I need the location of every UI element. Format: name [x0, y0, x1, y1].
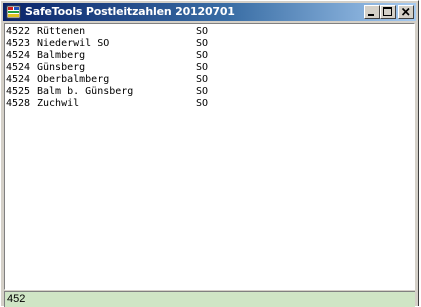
list-item[interactable]: 4523 Niederwil SO SO — [6, 38, 406, 50]
place-name: Balmberg — [37, 50, 86, 61]
place-name: Balm b. Günsberg — [37, 86, 134, 97]
list-item[interactable]: 4524 Balmberg SO — [6, 50, 406, 62]
canton-code: SO — [196, 86, 209, 97]
place-name: Rüttenen — [37, 26, 86, 37]
postal-code: 4524 — [6, 62, 31, 73]
canton-code: SO — [196, 38, 209, 49]
list-item[interactable]: 4524 Oberbalmberg SO — [6, 74, 406, 86]
place-name: Zuchwil — [37, 98, 80, 109]
canton-code: SO — [196, 62, 209, 73]
list-item[interactable]: 4525 Balm b. Günsberg SO — [6, 86, 406, 98]
canton-code: SO — [196, 74, 209, 85]
minimize-icon — [368, 14, 374, 16]
canton-code: SO — [196, 50, 209, 61]
postal-code: 4524 — [6, 50, 31, 61]
list-item[interactable]: 4522 Rüttenen SO — [6, 26, 406, 38]
app-window: SafeTools Postleitzahlen 20120701 4522 R… — [0, 0, 419, 307]
title-bar[interactable]: SafeTools Postleitzahlen 20120701 — [3, 3, 416, 21]
results-list[interactable]: 4522 Rüttenen SO 4523 Niederwil SO SO 45… — [4, 23, 415, 290]
postal-code: 4528 — [6, 98, 31, 109]
canton-code: SO — [196, 98, 209, 109]
postal-code: 4522 — [6, 26, 31, 37]
postal-code: 4524 — [6, 74, 31, 85]
maximize-button[interactable] — [380, 5, 396, 19]
canton-code: SO — [196, 26, 209, 37]
results-rows: 4522 Rüttenen SO 4523 Niederwil SO SO 45… — [6, 26, 406, 110]
close-icon — [401, 7, 410, 16]
search-input[interactable]: 452 — [4, 291, 415, 307]
place-name: Oberbalmberg — [37, 74, 110, 85]
safetools-app-icon[interactable] — [6, 4, 22, 20]
place-name: Niederwil SO — [37, 38, 110, 49]
list-item[interactable]: 4524 Günsberg SO — [6, 62, 406, 74]
minimize-button[interactable] — [364, 5, 380, 19]
postal-code: 4525 — [6, 86, 31, 97]
place-name: Günsberg — [37, 62, 86, 73]
window-title: SafeTools Postleitzahlen 20120701 — [25, 5, 235, 18]
list-item[interactable]: 4528 Zuchwil SO — [6, 98, 406, 110]
postal-code: 4523 — [6, 38, 31, 49]
close-button[interactable] — [398, 5, 414, 19]
maximize-icon — [383, 7, 392, 16]
